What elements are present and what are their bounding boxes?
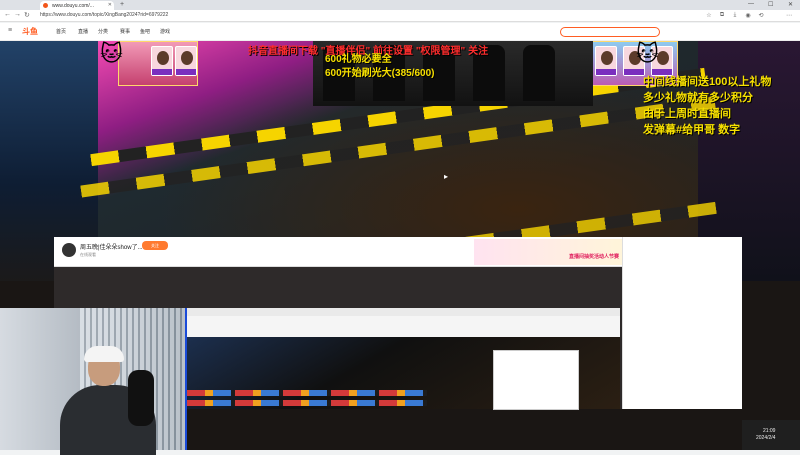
captured-side-panel <box>622 237 742 409</box>
tab-bar: www.douyu.com/... ✕ + — ☐ ✕ <box>0 0 800 10</box>
captured-event-banner: 直播间抽奖活动人节赛 <box>474 239 624 265</box>
nested-toolbar <box>187 308 620 316</box>
site-search-input[interactable] <box>560 27 660 37</box>
forward-icon[interactable]: → <box>14 11 21 18</box>
captured-room-subtitle: 在线观看 <box>80 252 96 257</box>
host-cover-left <box>118 41 198 86</box>
mascot-left-icon: 🐱 <box>100 41 123 66</box>
menu-icon[interactable]: ⋯ <box>785 12 793 20</box>
site-logo[interactable]: 斗鱼 <box>22 26 38 37</box>
system-tray: 21:09 2024/2/4 <box>742 420 800 450</box>
nav-link-home[interactable]: 首页 <box>56 28 66 35</box>
url-input[interactable]: https://www.douyu.com/topic/XingBang2024… <box>40 12 500 20</box>
host-avatar-card <box>175 46 197 76</box>
overlay-rule-line: 中间线播间送100以上礼物 <box>643 76 772 88</box>
streamer-cap <box>84 346 124 362</box>
tab-close-icon[interactable]: ✕ <box>108 2 112 8</box>
nav-link-forum[interactable]: 鱼吧 <box>140 28 150 35</box>
mouse-cursor-icon: ▸ <box>444 172 449 181</box>
back-icon[interactable]: ← <box>4 11 11 18</box>
gift-bar <box>187 400 427 406</box>
overlay-count-line: 600礼物必要全 <box>325 54 392 65</box>
refresh-icon[interactable]: ↻ <box>24 11 30 19</box>
profile-icon[interactable]: ◉ <box>744 12 752 20</box>
tab-title: www.douyu.com/... <box>52 3 94 9</box>
nested-chat-panel <box>493 350 579 410</box>
address-bar-row: ← → ↻ https://www.douyu.com/topic/XingBa… <box>0 10 800 22</box>
system-clock[interactable]: 21:09 2024/2/4 <box>756 428 775 442</box>
nav-link-events[interactable]: 赛事 <box>120 28 130 35</box>
browser-tab[interactable]: www.douyu.com/... ✕ <box>40 1 114 10</box>
captured-room-header: 周五晚|佳朵朵show了... 在线观看 关注 直播间抽奖活动人节赛 <box>54 237 624 267</box>
history-icon[interactable]: ⟲ <box>757 12 765 20</box>
microphone-icon <box>128 370 154 426</box>
new-tab-icon[interactable]: + <box>120 1 124 8</box>
site-header: ≡ 斗鱼 首页 直播 分类 赛事 鱼吧 游戏 <box>0 23 800 41</box>
mascot-right-icon: 🐱 <box>636 41 659 66</box>
streamer-avatar[interactable] <box>62 243 76 257</box>
maximize-icon[interactable]: ☐ <box>768 1 773 8</box>
clock-time: 21:09 <box>762 428 776 434</box>
overlay-rule-line: 由于上周时直播间 <box>643 108 731 120</box>
captured-room-title: 周五晚|佳朵朵show了... <box>80 245 143 251</box>
performer <box>523 45 555 101</box>
host-avatar-card <box>595 46 617 76</box>
nav-link-live[interactable]: 直播 <box>78 28 88 35</box>
gift-bar <box>187 390 427 396</box>
overlay-rule-line: 发弹幕#给甲哥 数字 <box>643 124 741 136</box>
captured-banner-text: 直播间抽奖活动人节赛 <box>569 254 620 260</box>
follow-button[interactable]: 关注 <box>142 241 168 250</box>
hamburger-icon[interactable]: ≡ <box>8 27 12 34</box>
star-icon[interactable]: ☆ <box>705 12 713 20</box>
overlay-rule-line: 多少礼物就有多少积分 <box>643 92 753 104</box>
nav-link-category[interactable]: 分类 <box>98 28 108 35</box>
extensions-icon[interactable]: ⧉ <box>718 12 726 20</box>
overlay-fire-line: 600开始刷光大(385/600) <box>325 68 435 79</box>
site-favicon-icon <box>43 3 48 8</box>
minimize-icon[interactable]: — <box>748 1 754 7</box>
window-close-icon[interactable]: ✕ <box>788 1 793 8</box>
downloads-icon[interactable]: ⤓ <box>731 12 739 20</box>
host-avatar-card <box>151 46 173 76</box>
webcam-border <box>185 308 187 450</box>
clock-date: 2024/2/4 <box>756 435 776 441</box>
nav-link-games[interactable]: 游戏 <box>160 28 170 35</box>
